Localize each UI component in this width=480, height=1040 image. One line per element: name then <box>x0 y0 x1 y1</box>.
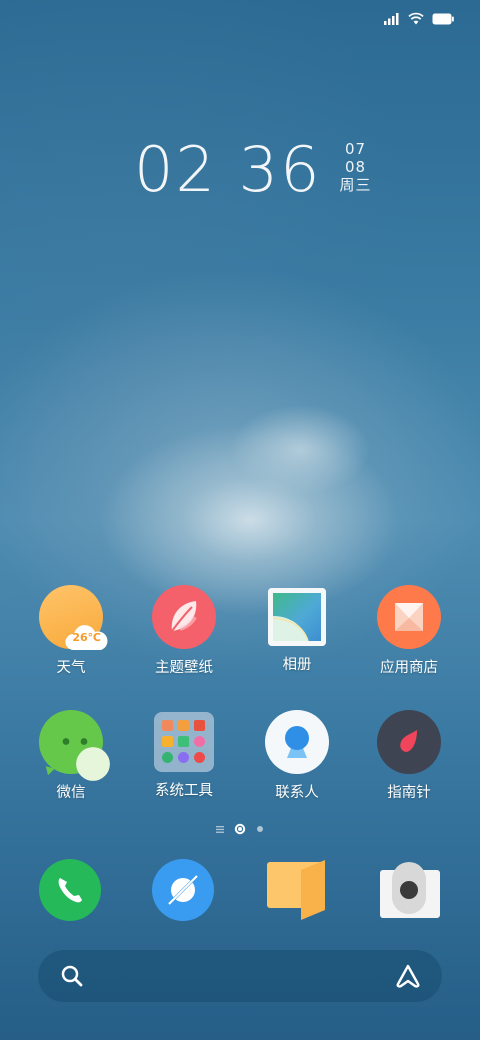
page-indicator[interactable] <box>0 823 480 835</box>
dock-camera[interactable] <box>378 858 442 922</box>
assistant-icon[interactable] <box>394 963 422 989</box>
clock-month: 07 <box>344 140 367 158</box>
app-weather[interactable]: 26℃ 天气 <box>16 585 126 677</box>
dock-phone[interactable] <box>38 858 102 922</box>
app-label: 微信 <box>56 785 86 801</box>
app-label: 天气 <box>56 660 86 676</box>
app-theme-wallpaper[interactable]: 主题壁纸 <box>129 585 239 677</box>
app-label: 指南针 <box>387 785 431 801</box>
phone-icon <box>39 859 101 921</box>
app-gallery[interactable]: 相册 <box>242 585 352 674</box>
search-icon[interactable] <box>60 964 84 988</box>
app-store[interactable]: 应用商店 <box>354 585 464 677</box>
page-dot <box>257 826 263 832</box>
signal-icon <box>384 12 399 25</box>
app-label: 主题壁纸 <box>155 660 213 676</box>
notes-icon <box>267 860 325 920</box>
app-label: 相册 <box>282 657 312 673</box>
clock-time: 02 36 <box>134 138 322 202</box>
folder-system-tools[interactable]: 系统工具 <box>129 710 239 800</box>
theme-icon <box>152 585 216 649</box>
clock-minute: 36 <box>238 133 322 206</box>
wechat-icon <box>39 710 110 781</box>
wifi-icon <box>408 12 424 25</box>
app-store-icon <box>377 585 441 649</box>
weather-temperature: 26℃ <box>72 631 101 644</box>
contacts-icon <box>265 710 329 774</box>
battery-icon <box>432 13 454 24</box>
browser-icon <box>152 859 214 921</box>
weather-icon: 26℃ <box>39 585 108 650</box>
clock-date: 07 08 周三 <box>340 140 372 194</box>
page-dot-active <box>234 823 246 835</box>
compass-icon <box>377 710 441 774</box>
system-tools-folder-icon <box>154 712 214 772</box>
dock-browser[interactable] <box>151 858 215 922</box>
dock-notes[interactable] <box>265 858 329 922</box>
app-label: 联系人 <box>275 785 319 801</box>
app-compass[interactable]: 指南针 <box>354 710 464 802</box>
clock-widget[interactable]: 02 36 07 08 周三 <box>134 138 372 202</box>
search-bar[interactable] <box>38 950 442 1002</box>
clock-weekday: 周三 <box>339 176 372 194</box>
app-label: 应用商店 <box>380 660 438 676</box>
camera-icon <box>380 862 440 918</box>
app-wechat[interactable]: 微信 <box>16 710 126 802</box>
app-label: 系统工具 <box>155 783 213 799</box>
gallery-icon <box>268 588 326 646</box>
status-bar <box>384 12 454 25</box>
clock-hour: 02 <box>134 133 217 206</box>
app-contacts[interactable]: 联系人 <box>242 710 352 802</box>
clock-day: 08 <box>344 158 367 176</box>
menu-lines-icon <box>216 825 224 833</box>
